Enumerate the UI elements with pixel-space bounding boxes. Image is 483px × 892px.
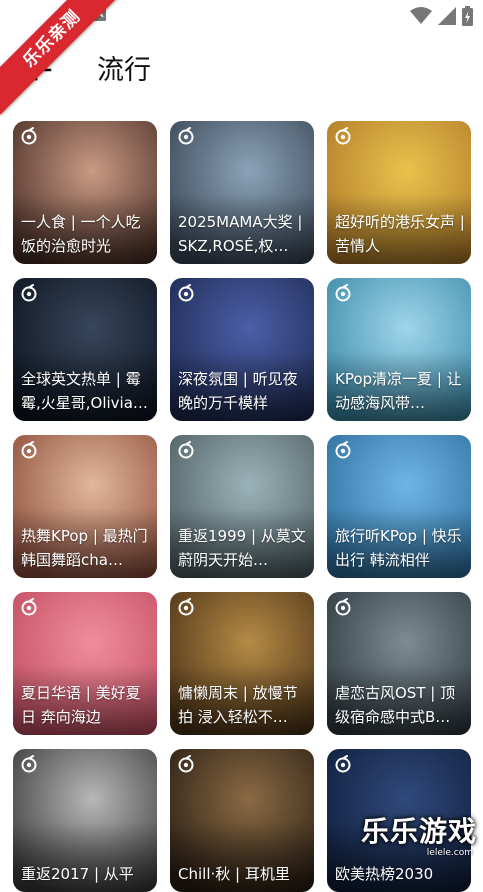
playlist-logo-icon xyxy=(21,598,37,616)
playlist-card[interactable]: 慵懒周末 | 放慢节拍 浸入轻松不… xyxy=(170,592,314,735)
playlist-card[interactable]: 虐恋古风OST | 顶级宿命感中式B… xyxy=(327,592,471,735)
playlist-title: 热舞KPop | 最热门韩国舞蹈cha… xyxy=(21,527,148,569)
playlist-logo-icon xyxy=(335,755,351,773)
playlist-card[interactable]: KPop清凉一夏 | 让动感海风带… xyxy=(327,278,471,421)
playlist-card[interactable]: 2025MAMA大奖 | SKZ,ROSÉ,权… xyxy=(170,121,314,264)
playlist-card[interactable]: 超好听的港乐女声 | 苦情人 xyxy=(327,121,471,264)
playlist-title: 慵懒周末 | 放慢节拍 浸入轻松不… xyxy=(178,684,298,726)
header: 流行 xyxy=(0,40,483,104)
status-icons xyxy=(410,6,473,26)
playlist-card[interactable]: 全球英文热单 | 霉霉,火星哥,Olivia… xyxy=(13,278,157,421)
playlist-title: 2025MAMA大奖 | SKZ,ROSÉ,权… xyxy=(178,213,303,255)
playlist-card[interactable]: 热舞KPop | 最热门韩国舞蹈cha… xyxy=(13,435,157,578)
playlist-logo-icon xyxy=(21,441,37,459)
playlist-title: 欧美热榜2030 xyxy=(335,865,434,883)
playlist-card[interactable]: Chill·秋 | 耳机里 xyxy=(170,749,314,892)
playlist-logo-icon xyxy=(335,598,351,616)
playlist-card[interactable]: 旅行听KPop | 快乐出行 韩流相伴 xyxy=(327,435,471,578)
playlist-logo-icon xyxy=(178,755,194,773)
playlist-card[interactable]: 重返2017 | 从平 xyxy=(13,749,157,892)
playlist-logo-icon xyxy=(21,127,37,145)
playlist-title: KPop清凉一夏 | 让动感海风带… xyxy=(335,370,462,412)
playlist-card[interactable]: 深夜氛围 | 听见夜晚的万千模样 xyxy=(170,278,314,421)
playlist-logo-icon xyxy=(335,127,351,145)
playlist-logo-icon xyxy=(21,755,37,773)
playlist-logo-icon xyxy=(335,284,351,302)
battery-charging-icon xyxy=(462,6,473,26)
playlist-logo-icon xyxy=(335,441,351,459)
playlist-title: 重返2017 | 从平 xyxy=(21,865,134,883)
watermark-logo: 乐乐游戏 xyxy=(360,815,477,848)
playlist-logo-icon xyxy=(178,441,194,459)
playlist-title: 旅行听KPop | 快乐出行 韩流相伴 xyxy=(335,527,462,569)
playlist-title: 重返1999 | 从莫文蔚阴天开始… xyxy=(178,527,306,569)
playlist-card[interactable]: 一人食 | 一个人吃饭的治愈时光 xyxy=(13,121,157,264)
playlist-title: 一人食 | 一个人吃饭的治愈时光 xyxy=(21,213,141,255)
playlist-logo-icon xyxy=(178,598,194,616)
playlist-logo-icon xyxy=(178,284,194,302)
cell-signal-icon xyxy=(438,7,456,25)
playlist-title: 夏日华语 | 美好夏日 奔向海边 xyxy=(21,684,141,726)
playlist-logo-icon xyxy=(178,127,194,145)
playlist-title: 虐恋古风OST | 顶级宿命感中式B… xyxy=(335,684,456,726)
watermark-url: lelele.com xyxy=(426,848,473,858)
playlist-title: 深夜氛围 | 听见夜晚的万千模样 xyxy=(178,370,298,412)
playlist-card[interactable]: 夏日华语 | 美好夏日 奔向海边 xyxy=(13,592,157,735)
wifi-icon xyxy=(410,7,432,24)
playlist-title: 超好听的港乐女声 | 苦情人 xyxy=(335,213,465,255)
playlist-title: Chill·秋 | 耳机里 xyxy=(178,865,290,883)
playlist-logo-icon xyxy=(21,284,37,302)
playlist-title: 全球英文热单 | 霉霉,火星哥,Olivia… xyxy=(21,370,148,412)
playlist-card[interactable]: 重返1999 | 从莫文蔚阴天开始… xyxy=(170,435,314,578)
page-title: 流行 xyxy=(97,55,151,86)
